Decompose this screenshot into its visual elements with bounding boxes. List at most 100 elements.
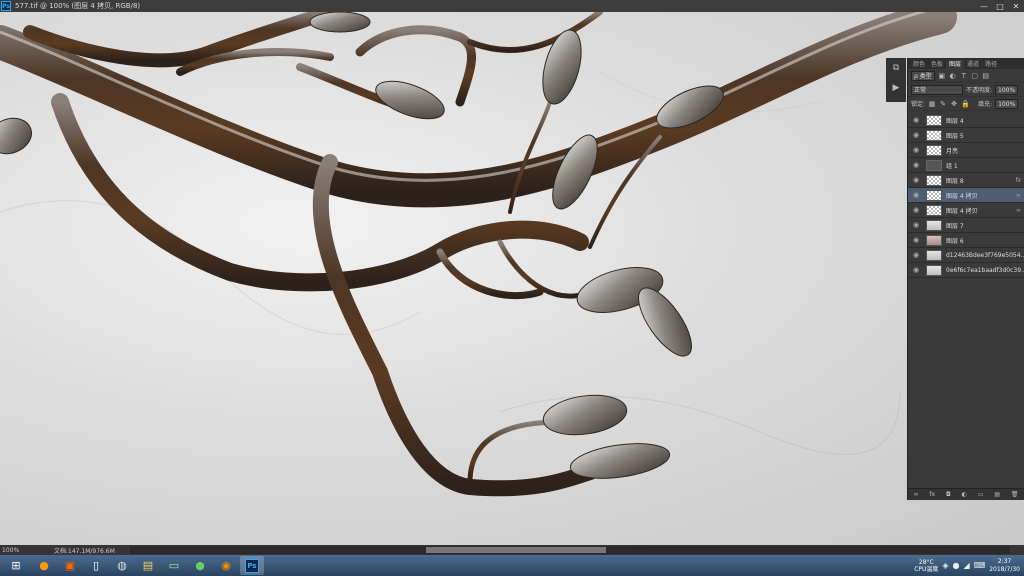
visibility-eye-icon[interactable]: ◉: [910, 206, 922, 214]
opacity-label: 不透明度:: [966, 87, 993, 94]
new-adjustment-layer-icon[interactable]: ◐: [962, 491, 967, 498]
opacity-input[interactable]: 100%: [995, 84, 1019, 95]
filter-row: ρ 类型 ▣ ◐ T ▢ ▤: [908, 69, 1024, 83]
clock-date: 2018/7/30: [989, 565, 1020, 573]
collapsed-panel-dock: ⧉ ▶: [886, 58, 906, 102]
app-taskbar-icon[interactable]: ◍: [110, 556, 134, 575]
fx-badge-icon[interactable]: fx: [1015, 177, 1021, 184]
tab-swatches[interactable]: 色板: [928, 60, 946, 69]
fill-input[interactable]: 100%: [995, 98, 1019, 109]
media-player-taskbar-icon[interactable]: ▣: [58, 556, 82, 575]
link-icon[interactable]: ∞: [1016, 207, 1021, 214]
scrollbar-thumb[interactable]: [426, 547, 606, 553]
add-mask-icon[interactable]: ◘: [946, 491, 951, 498]
delete-layer-icon[interactable]: 🗑: [1011, 491, 1019, 498]
network-icon[interactable]: ◈: [942, 561, 948, 570]
layer-row-selected[interactable]: ◉ 图层 4 拷贝 ∞: [908, 188, 1024, 203]
new-group-icon[interactable]: ▭: [978, 491, 984, 498]
cpu-temperature: 28°C CPU温度: [914, 559, 938, 573]
visibility-eye-icon[interactable]: ◉: [910, 176, 922, 184]
browser-taskbar-icon[interactable]: ●: [32, 556, 56, 575]
visibility-eye-icon[interactable]: ◉: [910, 236, 922, 244]
photoshop-icon: Ps: [245, 558, 259, 573]
blend-mode-select[interactable]: 正常: [911, 84, 963, 95]
layer-list: ◉ 图层 4 ◉ 图层 5 ◉ 月亮 ◉ 组 1 ◉ 图层 8 fx ◉ 图层 …: [908, 113, 1024, 278]
window-title: 577.tif @ 100% (图层 4 拷贝, RGB/8): [15, 2, 141, 10]
status-bar: 100% 文档:147.1M/976.6M: [0, 545, 1024, 555]
tab-paths[interactable]: 路径: [982, 60, 1000, 69]
layer-name: 月亮: [946, 147, 959, 155]
lock-all-icon[interactable]: 🔒: [961, 100, 970, 108]
visibility-eye-icon[interactable]: ◉: [910, 146, 922, 154]
volume-icon[interactable]: ◢: [964, 561, 970, 570]
tab-channels[interactable]: 通道: [964, 60, 982, 69]
layer-thumbnail: [926, 114, 942, 126]
document-canvas[interactable]: ⧉ ▶: [0, 12, 1024, 545]
layer-name: d12463Bdee3f769e5054...: [946, 251, 1024, 259]
visibility-eye-icon[interactable]: ◉: [910, 161, 922, 169]
layer-row[interactable]: ◉ 图层 8 fx: [908, 173, 1024, 188]
link-icon[interactable]: ∞: [1016, 192, 1021, 199]
layer-thumbnail: [926, 144, 942, 156]
branch-artwork: [0, 12, 957, 497]
add-layer-style-icon[interactable]: fx: [929, 491, 935, 498]
image-filter-icon[interactable]: ▣: [938, 72, 946, 80]
monitor-taskbar-icon[interactable]: ▭: [162, 556, 186, 575]
wechat-tray-icon[interactable]: ●: [953, 561, 960, 570]
new-layer-icon[interactable]: ▤: [994, 491, 1000, 498]
tab-color[interactable]: 颜色: [910, 60, 928, 69]
adjustment-filter-icon[interactable]: ◐: [949, 72, 957, 80]
layer-filter-select[interactable]: ρ 类型: [911, 70, 935, 81]
start-button[interactable]: ⊞: [2, 556, 30, 575]
minimize-button[interactable]: —: [976, 0, 992, 12]
layer-row[interactable]: ◉ 图层 7: [908, 218, 1024, 233]
history-panel-icon[interactable]: ⧉: [886, 58, 906, 78]
layer-row[interactable]: ◉ 图层 6: [908, 233, 1024, 248]
actions-panel-icon[interactable]: ▶: [886, 78, 906, 98]
layer-row[interactable]: ◉ d12463Bdee3f769e5054...: [908, 248, 1024, 263]
link-layers-icon[interactable]: ∞: [913, 491, 918, 498]
title-bar: Ps 577.tif @ 100% (图层 4 拷贝, RGB/8) — □ ✕: [0, 0, 1024, 12]
layer-row[interactable]: ◉ 图层 5: [908, 128, 1024, 143]
visibility-eye-icon[interactable]: ◉: [910, 266, 922, 274]
visibility-eye-icon[interactable]: ◉: [910, 131, 922, 139]
panel-tabs: 颜色 色板 图层 通道 路径: [908, 58, 1024, 69]
visibility-eye-icon[interactable]: ◉: [910, 116, 922, 124]
lock-pixels-icon[interactable]: ✎: [939, 100, 947, 108]
photoshop-taskbar-icon[interactable]: Ps: [240, 556, 264, 575]
tab-layers[interactable]: 图层: [946, 60, 965, 69]
layers-panel-footer: ∞ fx ◘ ◐ ▭ ▤ 🗑: [908, 488, 1024, 500]
layer-thumbnail: [926, 264, 942, 276]
lock-position-icon[interactable]: ✥: [950, 100, 958, 108]
layer-row[interactable]: ◉ 图层 4 拷贝 ∞: [908, 203, 1024, 218]
visibility-eye-icon[interactable]: ◉: [910, 191, 922, 199]
window-controls: — □ ✕: [976, 0, 1024, 12]
visibility-eye-icon[interactable]: ◉: [910, 221, 922, 229]
windows-taskbar: ⊞ ● ▣ ▯ ◍ ▤ ▭ ● ◉ Ps 28°C CPU温度 ◈ ● ◢ ⌨ …: [0, 555, 1024, 576]
visibility-eye-icon[interactable]: ◉: [910, 251, 922, 259]
layer-thumbnail: [926, 174, 942, 186]
layer-name: 图层 6: [946, 237, 964, 245]
wechat-taskbar-icon[interactable]: ●: [188, 556, 212, 575]
maximize-button[interactable]: □: [992, 0, 1008, 12]
zoom-level[interactable]: 100%: [0, 547, 28, 554]
layer-row[interactable]: ◉ 月亮: [908, 143, 1024, 158]
type-filter-icon[interactable]: T: [960, 72, 968, 80]
system-tray: 28°C CPU温度 ◈ ● ◢ ⌨ 2:37 2018/7/30: [914, 555, 1024, 576]
layer-row[interactable]: ◉ 图层 4: [908, 113, 1024, 128]
document-taskbar-icon[interactable]: ▯: [84, 556, 108, 575]
shape-filter-icon[interactable]: ▢: [971, 72, 979, 80]
system-clock[interactable]: 2:37 2018/7/30: [989, 558, 1020, 574]
layer-row[interactable]: ◉ 组 1: [908, 158, 1024, 173]
document-size: 文档:147.1M/976.6M: [54, 547, 115, 555]
smart-object-filter-icon[interactable]: ▤: [982, 72, 990, 80]
layer-row[interactable]: ◉ 0e6f6c7ea1baadf3d0c39...: [908, 263, 1024, 278]
music-taskbar-icon[interactable]: ◉: [214, 556, 238, 575]
group-folder-icon: [926, 159, 942, 171]
close-button[interactable]: ✕: [1008, 0, 1024, 12]
folder-taskbar-icon[interactable]: ▤: [136, 556, 160, 575]
horizontal-scrollbar[interactable]: [130, 546, 1010, 554]
layer-thumbnail: [926, 234, 942, 246]
lock-transparency-icon[interactable]: ▦: [928, 100, 936, 108]
keyboard-icon[interactable]: ⌨: [974, 561, 986, 570]
